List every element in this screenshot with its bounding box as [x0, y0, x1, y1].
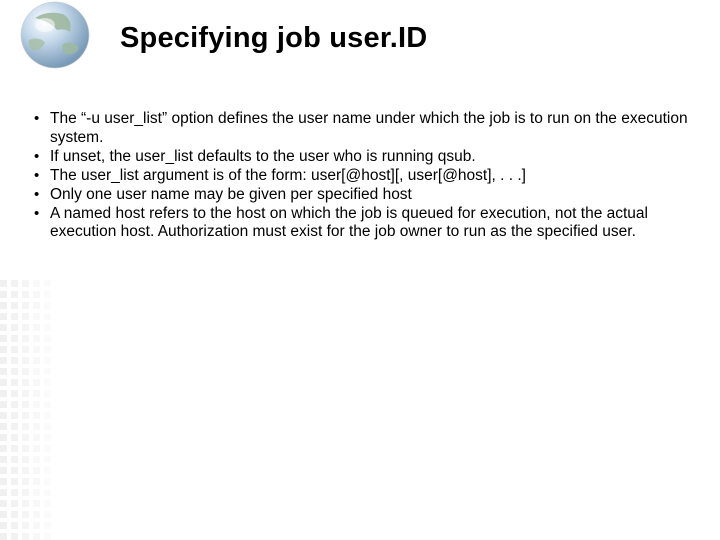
- decorative-grid: [0, 280, 58, 540]
- globe-icon: [15, 0, 95, 72]
- page-title: Specifying job user.ID: [120, 22, 427, 55]
- list-item: Only one user name may be given per spec…: [30, 186, 690, 205]
- bullet-list: The “-u user_list” option defines the us…: [20, 110, 690, 242]
- list-item: The “-u user_list” option defines the us…: [30, 110, 690, 148]
- list-item: The user_list argument is of the form: u…: [30, 167, 690, 186]
- list-item: A named host refers to the host on which…: [30, 205, 690, 243]
- list-item: If unset, the user_list defaults to the …: [30, 148, 690, 167]
